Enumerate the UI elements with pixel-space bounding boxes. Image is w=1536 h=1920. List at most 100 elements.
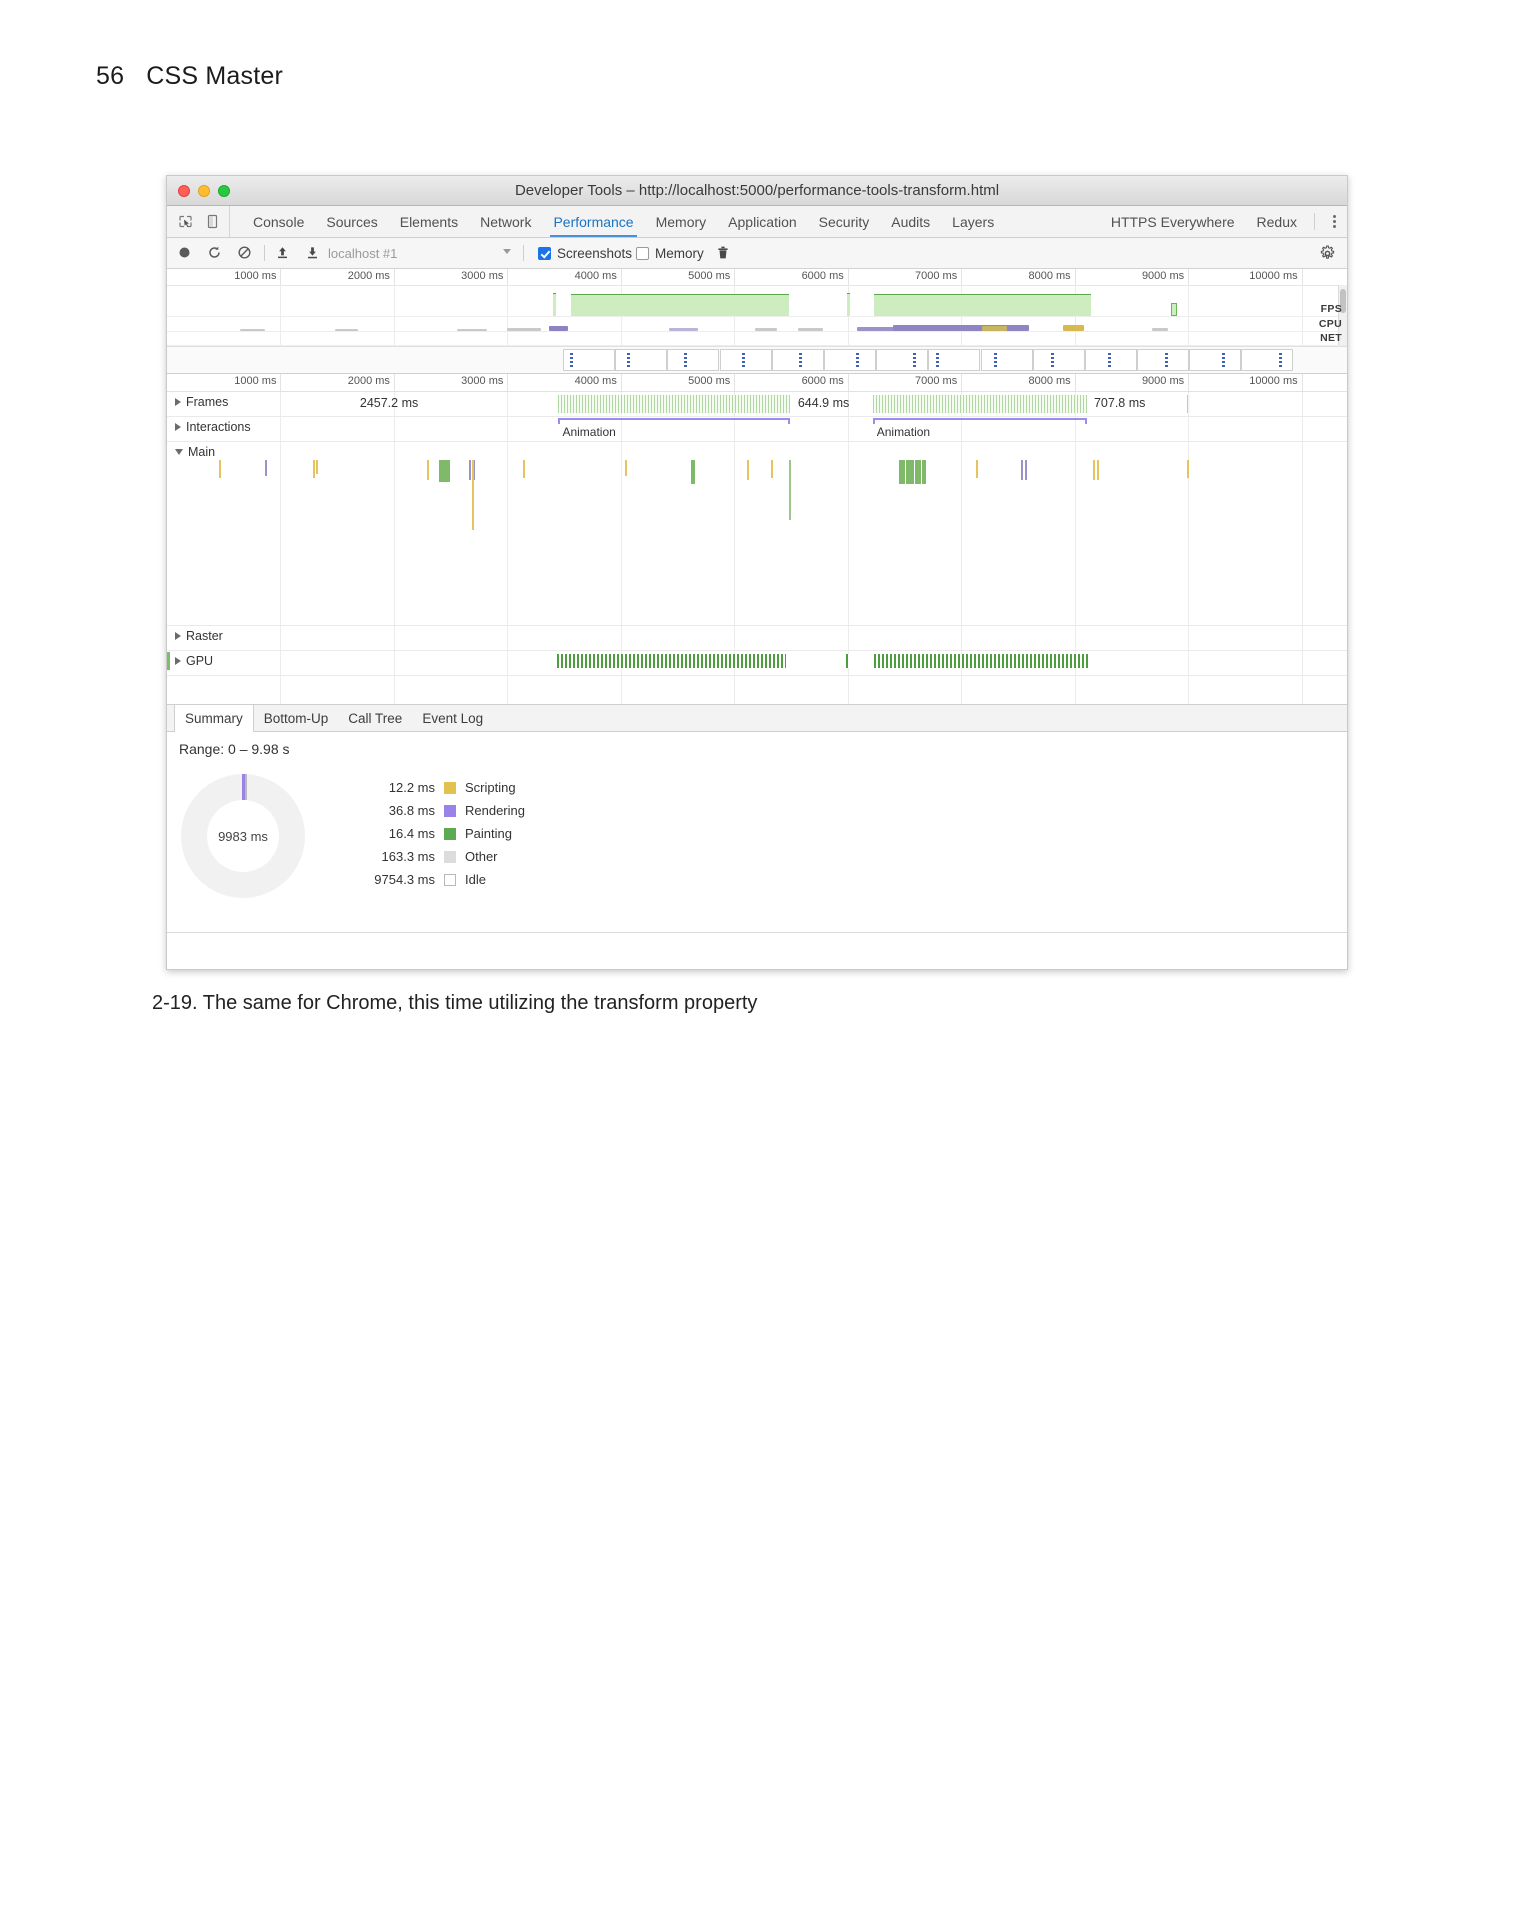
reload-and-record-icon[interactable] bbox=[207, 245, 224, 262]
main-thread-event[interactable] bbox=[746, 460, 749, 480]
main-thread-event[interactable] bbox=[472, 460, 475, 530]
row-label-text: Main bbox=[188, 445, 216, 459]
flamechart-ruler-tick bbox=[961, 374, 963, 391]
frame-block[interactable] bbox=[1187, 395, 1191, 413]
flamechart-row-frames[interactable]: Frames 2457.2 ms 644.9 ms 707.8 ms bbox=[167, 392, 1347, 417]
filmstrip-thumbnail[interactable] bbox=[823, 349, 876, 371]
tab-redux[interactable]: Redux bbox=[1246, 206, 1308, 237]
row-label-text: Raster bbox=[186, 629, 223, 643]
overview-gridline bbox=[620, 317, 622, 331]
timeline-overview[interactable]: 1000 ms 2000 ms 3000 ms 4000 ms 5000 ms 6000 … bbox=[167, 269, 1347, 374]
row-label-interactions[interactable]: Interactions bbox=[175, 420, 251, 434]
row-label-frames[interactable]: Frames bbox=[175, 395, 228, 409]
tab-security[interactable]: Security bbox=[808, 206, 881, 237]
tab-application[interactable]: Application bbox=[717, 206, 808, 237]
tab-https-everywhere[interactable]: HTTPS Everywhere bbox=[1100, 206, 1246, 237]
device-toolbar-icon[interactable] bbox=[204, 213, 221, 230]
main-thread-event[interactable] bbox=[770, 460, 773, 478]
memory-checkbox[interactable]: Memory bbox=[636, 246, 704, 261]
tab-audits[interactable]: Audits bbox=[880, 206, 941, 237]
main-thread-event[interactable] bbox=[1024, 460, 1027, 480]
screenshots-checkbox[interactable]: Screenshots bbox=[538, 246, 632, 261]
filmstrip-thumbnail[interactable] bbox=[980, 349, 1033, 371]
load-profile-icon[interactable] bbox=[275, 245, 292, 262]
collect-garbage-icon[interactable] bbox=[716, 245, 733, 262]
legend-label: Scripting bbox=[465, 780, 516, 795]
overview-filmstrip[interactable] bbox=[167, 346, 1347, 373]
gpu-task-bar[interactable] bbox=[557, 654, 787, 668]
main-thread-event[interactable] bbox=[219, 460, 222, 478]
gear-icon[interactable] bbox=[1319, 244, 1336, 262]
main-thread-event[interactable] bbox=[625, 460, 628, 476]
main-thread-event[interactable] bbox=[693, 460, 696, 484]
frame-block[interactable] bbox=[872, 395, 1088, 413]
tab-console[interactable]: Console bbox=[242, 206, 315, 237]
row-label-raster[interactable]: Raster bbox=[175, 629, 223, 643]
animation-bracket[interactable] bbox=[558, 418, 790, 424]
clear-recording-icon[interactable] bbox=[237, 245, 254, 262]
tab-bottom-up[interactable]: Bottom-Up bbox=[254, 705, 339, 731]
save-profile-icon[interactable] bbox=[305, 245, 322, 262]
main-thread-event[interactable] bbox=[1097, 460, 1100, 480]
tab-performance[interactable]: Performance bbox=[542, 206, 644, 237]
tab-elements[interactable]: Elements bbox=[389, 206, 469, 237]
tab-event-log[interactable]: Event Log bbox=[412, 705, 493, 731]
main-thread-event[interactable] bbox=[923, 460, 926, 484]
cpu-usage-blob bbox=[457, 329, 487, 331]
filmstrip-thumbnail[interactable] bbox=[1032, 349, 1085, 371]
filmstrip-thumbnail[interactable] bbox=[928, 349, 981, 371]
main-thread-event[interactable] bbox=[468, 460, 471, 480]
kebab-menu-icon[interactable] bbox=[1321, 206, 1347, 237]
filmstrip-thumbnail[interactable] bbox=[771, 349, 824, 371]
filmstrip-thumbnail[interactable] bbox=[562, 349, 615, 371]
filmstrip-thumbnail[interactable] bbox=[1084, 349, 1137, 371]
tab-summary[interactable]: Summary bbox=[174, 705, 254, 732]
gpu-task-bar[interactable] bbox=[873, 654, 1090, 668]
main-thread-event[interactable] bbox=[523, 460, 526, 478]
filmstrip-thumbnail[interactable] bbox=[1189, 349, 1242, 371]
main-thread-event[interactable] bbox=[975, 460, 978, 478]
tab-memory[interactable]: Memory bbox=[645, 206, 718, 237]
overview-ruler-tick bbox=[1074, 269, 1076, 285]
frame-block[interactable] bbox=[558, 395, 790, 413]
filmstrip-thumbnail[interactable] bbox=[1241, 349, 1294, 371]
flamechart-row-raster[interactable]: Raster bbox=[167, 626, 1347, 651]
filmstrip-thumbnail[interactable] bbox=[719, 349, 772, 371]
tab-layers[interactable]: Layers bbox=[941, 206, 1005, 237]
main-thread-event[interactable] bbox=[315, 460, 318, 474]
main-thread-event[interactable] bbox=[447, 460, 450, 482]
tab-sources[interactable]: Sources bbox=[315, 206, 388, 237]
flamechart-gridline bbox=[507, 392, 509, 416]
animation-bracket[interactable] bbox=[872, 418, 1088, 424]
record-icon[interactable] bbox=[177, 245, 194, 262]
filmstrip-thumbnail[interactable] bbox=[1137, 349, 1190, 371]
tab-network[interactable]: Network bbox=[469, 206, 542, 237]
filmstrip-thumbnail[interactable] bbox=[667, 349, 720, 371]
overview-gridline bbox=[1188, 286, 1190, 316]
tab-call-tree[interactable]: Call Tree bbox=[338, 705, 412, 731]
filmstrip-thumbnail[interactable] bbox=[876, 349, 929, 371]
main-thread-event[interactable] bbox=[1092, 460, 1095, 480]
flamechart-row-main[interactable]: Main bbox=[167, 442, 1347, 626]
main-thread-event[interactable] bbox=[788, 460, 791, 520]
main-thread-event[interactable] bbox=[1021, 460, 1024, 480]
legend-swatch-idle bbox=[444, 873, 456, 886]
main-thread-event[interactable] bbox=[426, 460, 429, 480]
inspect-icon[interactable] bbox=[177, 213, 194, 230]
flamechart-gridline bbox=[734, 442, 736, 625]
flamechart-row-interactions[interactable]: Interactions Animation Animation bbox=[167, 417, 1347, 442]
row-label-gpu[interactable]: GPU bbox=[175, 654, 213, 668]
flamechart-gridline bbox=[620, 626, 622, 650]
main-thread-event[interactable] bbox=[1187, 460, 1190, 478]
session-select[interactable]: localhost #1 bbox=[328, 244, 513, 262]
legend-row-scripting: 12.2 ms Scripting bbox=[347, 780, 525, 795]
overview-lane-fps: FPS bbox=[167, 286, 1347, 317]
row-label-main[interactable]: Main bbox=[175, 445, 215, 459]
flamechart-ruler-label: 2000 ms bbox=[347, 375, 390, 387]
gpu-task-bar[interactable] bbox=[845, 654, 849, 668]
filmstrip-thumbnail[interactable] bbox=[615, 349, 668, 371]
page-number: 56 bbox=[96, 62, 125, 90]
flamechart-row-gpu[interactable]: GPU bbox=[167, 651, 1347, 676]
main-thread-event[interactable] bbox=[264, 460, 267, 476]
flamechart-panel[interactable]: 1000 ms 2000 ms 3000 ms 4000 ms 5000 ms 6000 … bbox=[167, 374, 1347, 705]
